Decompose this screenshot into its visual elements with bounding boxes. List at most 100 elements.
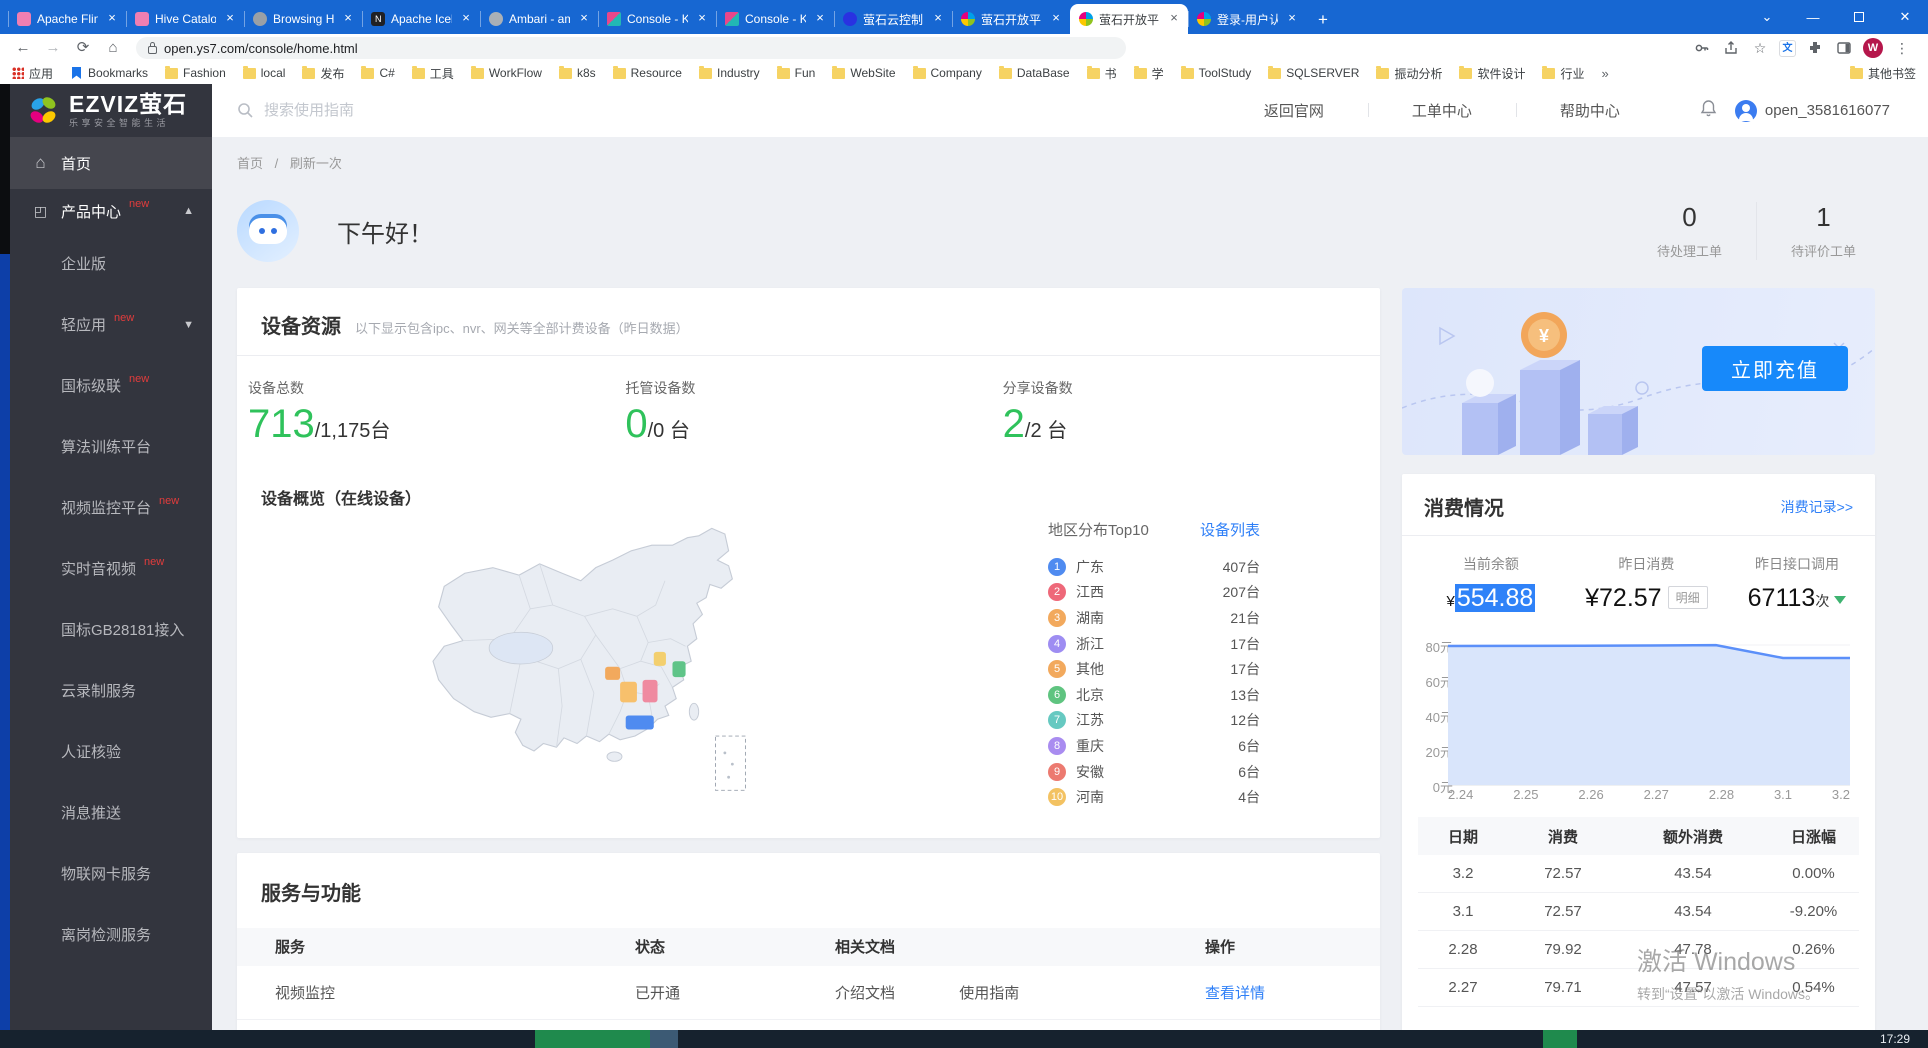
sidebar-item[interactable]: 算法训练平台 <box>10 416 212 477</box>
browser-tab[interactable]: Apache Iceberg × <box>362 4 480 34</box>
service-doc-link[interactable]: 介绍文档 <box>835 985 895 1002</box>
service-detail-link[interactable]: 查看详情 <box>1205 982 1380 1003</box>
tab-search-chevron-icon[interactable]: ⌄ <box>1744 9 1790 25</box>
sidebar-item[interactable]: 离岗检测服务 <box>10 904 212 965</box>
share-icon[interactable] <box>1721 38 1741 58</box>
header-link[interactable]: 帮助中心 <box>1516 100 1664 121</box>
account-chip[interactable]: open_3581616077 <box>1735 100 1890 122</box>
header-link[interactable]: 返回官网 <box>1220 100 1368 121</box>
recharge-button[interactable]: 立即充值 <box>1702 346 1848 391</box>
browser-tab[interactable]: 萤石开放平台-控 × <box>1070 4 1188 34</box>
bookmark-item[interactable]: 工具 <box>412 65 454 82</box>
bookmark-item[interactable]: WebSite <box>832 65 895 82</box>
browser-tab[interactable]: Apache Flink W × <box>8 4 126 34</box>
bookmark-item[interactable]: 行业 <box>1542 65 1584 82</box>
workorder-stat[interactable]: 1 待评价工单 <box>1756 202 1890 260</box>
sidebar-item[interactable]: 企业版 <box>10 233 212 294</box>
bookmark-item[interactable]: 软件设计 <box>1459 65 1525 82</box>
recharge-banner[interactable]: ¥ 立即充值 <box>1402 288 1875 455</box>
device-list-link[interactable]: 设备列表 <box>1200 519 1260 540</box>
bookmark-item[interactable]: WorkFlow <box>471 65 542 82</box>
bookmark-item[interactable]: DataBase <box>999 65 1070 82</box>
url-bar[interactable]: open.ys7.com/console/home.html <box>136 37 1126 59</box>
back-icon[interactable]: ← <box>10 36 36 60</box>
sidebar-item[interactable]: 人证核验 <box>10 721 212 782</box>
tab-close-icon[interactable]: × <box>104 11 120 27</box>
breadcrumb-current[interactable]: 刷新一次 <box>290 156 342 171</box>
browser-tab[interactable]: 登录-用户认证中 × <box>1188 4 1306 34</box>
bookmark-item[interactable]: k8s <box>559 65 596 82</box>
tab-close-icon[interactable]: × <box>812 11 828 27</box>
tab-close-icon[interactable]: × <box>340 11 356 27</box>
browser-tab[interactable]: Browsing HDFS × <box>244 4 362 34</box>
sidebar-item[interactable]: 云录制服务 <box>10 660 212 721</box>
sidebar-item[interactable]: 物联网卡服务 <box>10 843 212 904</box>
browser-tab[interactable]: Console - Kiba × <box>716 4 834 34</box>
bookmark-item[interactable]: local <box>243 65 286 82</box>
browser-tab[interactable]: Hive Catalog | × <box>126 4 244 34</box>
sidebar-item[interactable]: 国标GB28181接入 <box>10 599 212 660</box>
other-bookmarks[interactable]: 其他书签 <box>1850 65 1916 82</box>
brand-logo[interactable]: EZVIZ萤石 乐享安全智能生活 <box>10 84 212 137</box>
bookmark-item[interactable]: ToolStudy <box>1181 65 1252 82</box>
window-minimize-button[interactable]: — <box>1790 10 1836 25</box>
window-maximize-button[interactable] <box>1836 10 1882 25</box>
bookmark-item[interactable]: 发布 <box>302 65 344 82</box>
forward-icon[interactable]: → <box>40 36 66 60</box>
side-panel-icon[interactable] <box>1834 38 1854 58</box>
sidebar-item[interactable]: 轻应用 new ▼ <box>10 294 212 355</box>
detail-button[interactable]: 明细 <box>1668 586 1708 609</box>
profile-avatar[interactable]: W <box>1863 38 1883 58</box>
breadcrumb-home[interactable]: 首页 <box>237 156 263 171</box>
sidebar-item[interactable]: 消息推送 <box>10 782 212 843</box>
translate-icon[interactable]: 文 <box>1779 40 1796 57</box>
bookmark-item[interactable]: Industry <box>699 65 760 82</box>
browser-tab[interactable]: Console - Kiba × <box>598 4 716 34</box>
tab-close-icon[interactable]: × <box>222 11 238 27</box>
extensions-puzzle-icon[interactable] <box>1805 38 1825 58</box>
bookmark-item[interactable]: Company <box>913 65 982 82</box>
sidebar-item[interactable]: 产品中心 new ▲ <box>10 189 212 233</box>
search-input[interactable] <box>264 102 624 119</box>
bookmark-item[interactable]: Bookmarks <box>70 65 148 82</box>
tab-close-icon[interactable]: × <box>576 11 592 27</box>
window-close-button[interactable]: ✕ <box>1882 9 1928 25</box>
tab-close-icon[interactable]: × <box>1048 11 1064 27</box>
bookmark-item[interactable]: 应用 <box>12 65 53 82</box>
tab-region-top10[interactable]: 地区分布Top10 <box>1048 519 1149 540</box>
service-guide-link[interactable]: 使用指南 <box>959 985 1019 1002</box>
new-tab-button[interactable]: + <box>1306 10 1340 34</box>
header-link[interactable]: 工单中心 <box>1368 100 1516 121</box>
bookmark-item[interactable]: C# <box>361 65 394 82</box>
bookmark-star-icon[interactable]: ☆ <box>1750 38 1770 58</box>
bookmark-item[interactable]: SQLSERVER <box>1268 65 1359 82</box>
tab-close-icon[interactable]: × <box>458 11 474 27</box>
sidebar-item[interactable]: 实时音视频 new <box>10 538 212 599</box>
sidebar-item[interactable]: 视频监控平台 new <box>10 477 212 538</box>
bookmark-item[interactable]: 振动分析 <box>1376 65 1442 82</box>
browser-tab[interactable]: 萤石开放平台-开 × <box>952 4 1070 34</box>
consumption-records-link[interactable]: 消费记录>> <box>1781 497 1853 517</box>
tab-close-icon[interactable]: × <box>1284 11 1300 27</box>
tab-close-icon[interactable]: × <box>930 11 946 27</box>
bookmark-item[interactable]: 书 <box>1087 65 1117 82</box>
home-icon[interactable]: ⌂ <box>100 36 126 60</box>
password-key-icon[interactable] <box>1692 38 1712 58</box>
browser-tab[interactable]: Ambari - amba × <box>480 4 598 34</box>
menu-dots-icon[interactable]: ⋮ <box>1892 38 1912 58</box>
bookmark-item[interactable]: Fun <box>777 65 816 82</box>
reload-icon[interactable]: ⟳ <box>70 36 96 60</box>
region-rank-badge: 2 <box>1048 583 1066 601</box>
browser-tab[interactable]: 萤石云控制台_E × <box>834 4 952 34</box>
bookmarks-overflow-icon[interactable]: » <box>1602 66 1609 81</box>
bookmark-item[interactable]: 学 <box>1134 65 1164 82</box>
sidebar-item[interactable]: 国标级联 new <box>10 355 212 416</box>
notification-bell-icon[interactable] <box>1700 99 1717 122</box>
bookmark-item[interactable]: Fashion <box>165 65 226 82</box>
workorder-stat[interactable]: 0 待处理工单 <box>1623 202 1756 260</box>
region-name: 河南 <box>1076 787 1104 807</box>
bookmark-item[interactable]: Resource <box>613 65 682 82</box>
tab-close-icon[interactable]: × <box>1166 11 1182 27</box>
sidebar-item[interactable]: 首页 <box>10 137 212 189</box>
tab-close-icon[interactable]: × <box>694 11 710 27</box>
